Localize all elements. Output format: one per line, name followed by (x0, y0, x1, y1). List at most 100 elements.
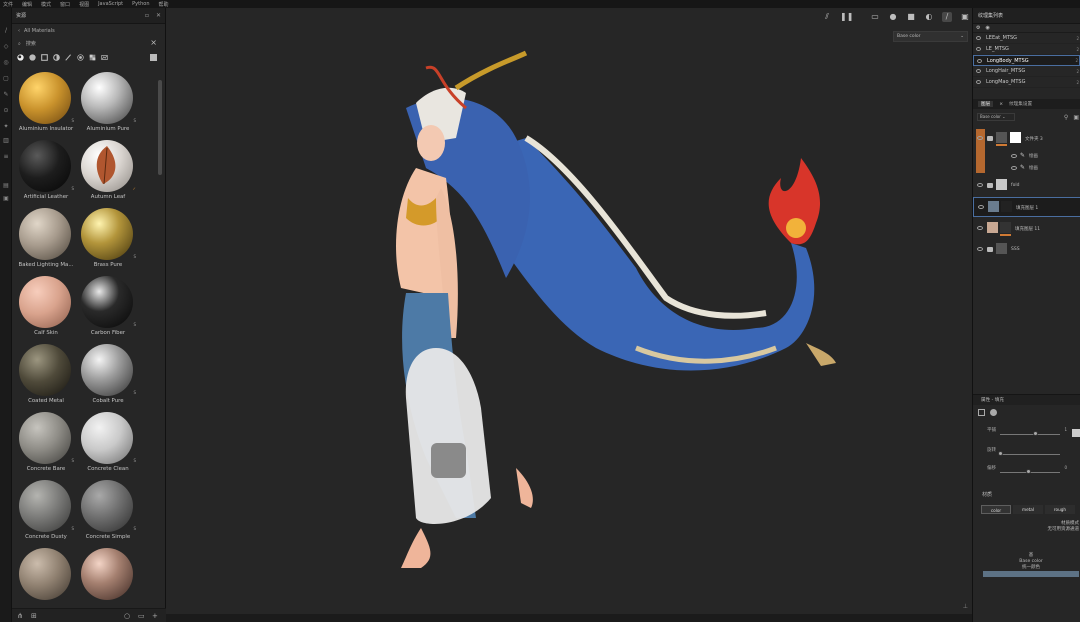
eye-icon[interactable] (977, 226, 983, 230)
library-icon[interactable]: ⋔ (17, 612, 23, 620)
menu-javascript[interactable]: JavaScript (98, 1, 123, 7)
clear-search-icon[interactable]: × (150, 38, 157, 47)
blend-channel-dropdown[interactable]: Base color ⌄ (977, 113, 1015, 121)
video-icon[interactable]: ■ (906, 12, 916, 22)
channel-dropdown[interactable]: Base color ⌄ (893, 31, 968, 42)
eye-icon[interactable] (978, 205, 984, 209)
projection-icon[interactable]: ◎ (3, 60, 9, 66)
render-icon[interactable]: ▣ (960, 12, 970, 22)
bake-icon[interactable]: ▥ (3, 138, 9, 144)
tab-layers[interactable]: 图层 (978, 101, 994, 107)
slider-track[interactable] (1000, 434, 1060, 435)
grid-view-icon[interactable] (150, 53, 157, 61)
texture-set-row[interactable]: LEEat_MTSG 2 (973, 33, 1080, 44)
slider-handle[interactable] (1033, 431, 1038, 436)
sphere-icon[interactable]: ● (888, 12, 898, 22)
material-tile[interactable]: Concrete Simple S (78, 480, 138, 546)
fill-layer-icon[interactable]: ▣ (1073, 114, 1079, 121)
material-tile[interactable]: Coated Metal (16, 344, 76, 410)
layer-row[interactable]: 填充图层 11 (973, 219, 1080, 239)
material-tile[interactable]: Aluminium Pure S (78, 72, 138, 138)
eye-icon[interactable] (977, 183, 983, 187)
menu-edit[interactable]: 编辑 (22, 1, 32, 8)
alpha-filter-icon[interactable] (77, 53, 84, 61)
menu-window[interactable]: 窗口 (60, 1, 70, 8)
brush-icon[interactable]: / (942, 12, 952, 22)
3d-viewport[interactable]: ⫽ ❚❚ ▭ ● ■ ◐ / ▣ Base color ⌄ ⊥ (166, 8, 972, 614)
material-mode-icon[interactable] (978, 409, 985, 416)
material-tile[interactable]: Brass Pure S (78, 208, 138, 274)
environment-filter-icon[interactable] (101, 54, 108, 61)
eraser-icon[interactable]: ◇ (3, 44, 9, 50)
slider-track[interactable] (1000, 454, 1060, 455)
slider-handle[interactable] (998, 451, 1004, 456)
tiling-slider[interactable]: 平铺 1 (981, 427, 1080, 439)
float-icon[interactable]: ▫ (145, 12, 149, 19)
environment-icon[interactable]: ◐ (924, 12, 934, 22)
material-tile[interactable]: Baked Lighting Ma... (16, 208, 76, 274)
texture-set-row[interactable]: LongMao_MTSG 2 (973, 77, 1080, 88)
polygon-fill-icon[interactable]: ▢ (3, 76, 9, 82)
color-channel-button[interactable]: color (981, 505, 1011, 514)
shelf-icon[interactable]: ▤ (3, 183, 9, 189)
paint-layer-icon[interactable]: ⚲ (1064, 114, 1068, 121)
material-filter-icon[interactable] (29, 53, 36, 61)
visibility-icon[interactable]: ◉ (985, 25, 989, 31)
eye-icon[interactable] (976, 69, 981, 73)
eye-icon[interactable] (1011, 166, 1017, 170)
smart-material-filter-icon[interactable] (41, 53, 48, 61)
menu-python[interactable]: Python (132, 1, 149, 7)
layer-row-selected[interactable]: 填充图层 1 (973, 197, 1080, 217)
all-assets-filter-icon[interactable] (17, 53, 24, 61)
close-icon[interactable]: × (999, 102, 1003, 107)
mask-filter-icon[interactable] (53, 53, 60, 61)
material-tile[interactable]: Concrete Bare S (16, 412, 76, 478)
layer-row[interactable]: SSS (973, 240, 1080, 260)
pause-icon[interactable]: ❚❚ (840, 12, 853, 22)
layer-row[interactable]: fold (973, 176, 1080, 196)
uv-mode-icon[interactable] (990, 409, 997, 416)
offset-slider[interactable]: 偏移 0 (981, 465, 1080, 477)
eye-icon[interactable] (976, 36, 981, 40)
eye-icon[interactable] (976, 80, 981, 84)
symmetry-icon[interactable]: ⫽ (822, 12, 832, 22)
lock-icon[interactable] (1072, 429, 1080, 437)
texture-set-row[interactable]: LE_MTSG 2 (973, 44, 1080, 55)
camera-icon[interactable]: ▭ (870, 12, 880, 22)
menu-view[interactable]: 视图 (79, 1, 89, 8)
brush-filter-icon[interactable] (65, 53, 72, 61)
material-tile[interactable]: Concrete Clean S (78, 412, 138, 478)
import-icon[interactable]: ⊞ (31, 612, 37, 620)
texture-set-row[interactable]: LongBody_MTSG 2 (973, 55, 1080, 66)
menu-help[interactable]: 帮助 (159, 1, 169, 8)
tab-texture-set-settings[interactable]: 纹理集设置 (1009, 101, 1032, 107)
layer-row[interactable]: 文件夹 3 (973, 129, 1080, 149)
smudge-icon[interactable]: ✎ (3, 92, 9, 98)
rotation-slider[interactable]: 旋转 (981, 447, 1080, 459)
chevron-left-icon[interactable]: ‹ (18, 28, 20, 34)
eye-icon[interactable] (977, 247, 983, 251)
new-icon[interactable]: ○ (124, 612, 130, 620)
material-tile[interactable]: Concrete Dusty S (16, 480, 76, 546)
material-tile[interactable]: Cobalt Pure S (78, 344, 138, 410)
search-input[interactable]: 搜索 (26, 40, 36, 47)
assets-breadcrumb[interactable]: ‹ All Materials (12, 24, 165, 37)
menu-mode[interactable]: 模式 (41, 1, 51, 8)
menu-file[interactable]: 文件 (3, 1, 13, 8)
close-icon[interactable]: ✕ (156, 12, 161, 19)
layers-icon[interactable]: ≡ (3, 154, 9, 160)
layer-effect[interactable]: ✎ 绘画 (1009, 150, 1080, 161)
texture-set-row[interactable]: LongHair_MTSG 2 (973, 66, 1080, 77)
material-tile[interactable] (16, 548, 76, 614)
base-color-swatch[interactable] (983, 571, 1079, 577)
settings-icon[interactable]: ⚙ (976, 25, 980, 31)
layer-effect[interactable]: ✎ 绘画 (1009, 162, 1080, 173)
rough-channel-button[interactable]: rough (1045, 505, 1075, 514)
paint-brush-icon[interactable]: / (3, 28, 9, 34)
material-tile[interactable]: Aluminium Insulator S (16, 72, 76, 138)
material-tile[interactable]: Artificial Leather S (16, 140, 76, 206)
slider-handle[interactable] (1025, 469, 1031, 474)
box-icon[interactable]: ▣ (3, 196, 9, 202)
eye-icon[interactable] (1011, 154, 1017, 158)
material-tile[interactable]: Calf Skin (16, 276, 76, 342)
